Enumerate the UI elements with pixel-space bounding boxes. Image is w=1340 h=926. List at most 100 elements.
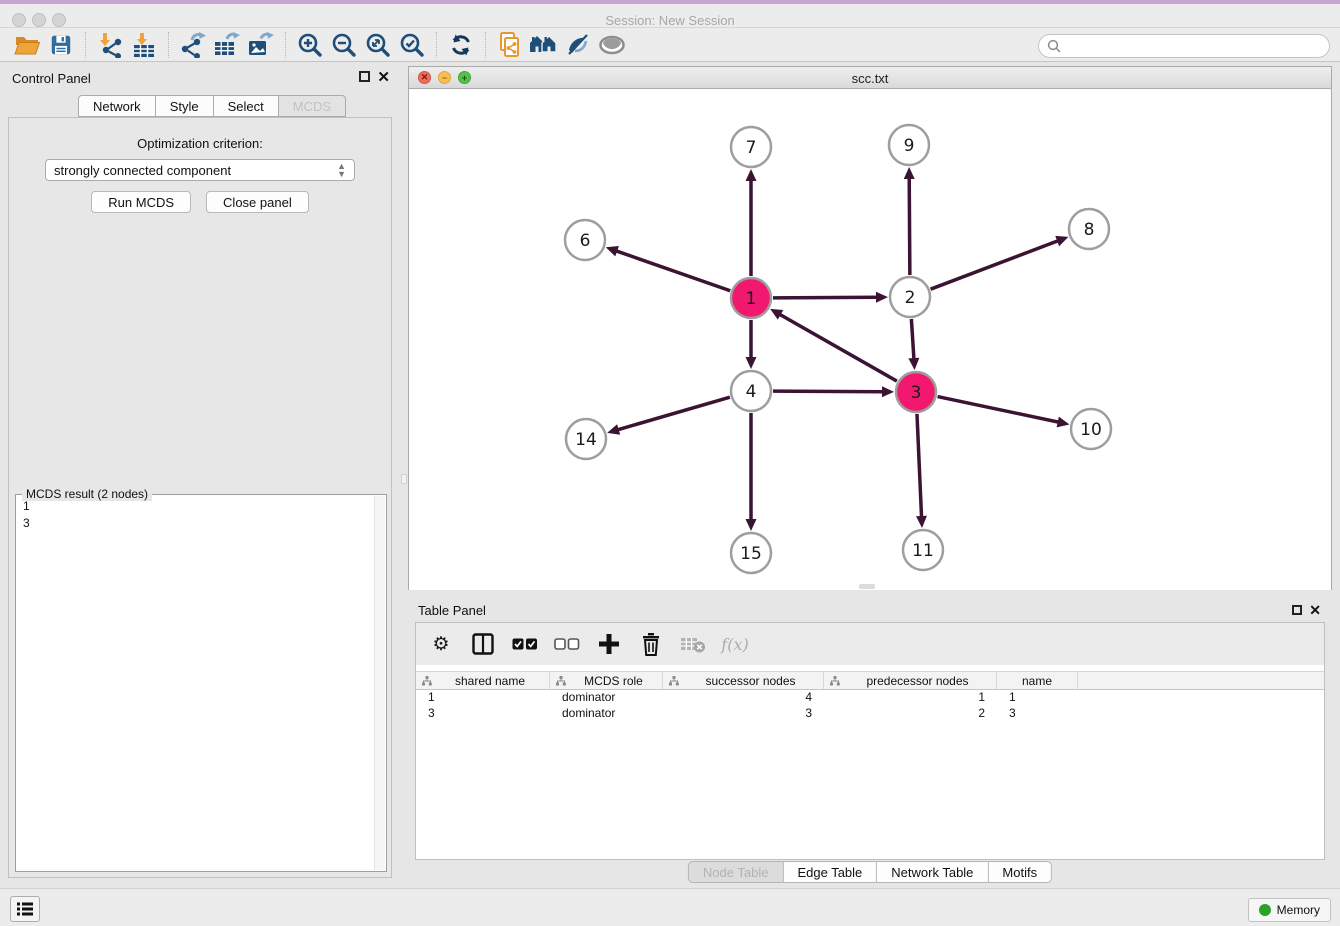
cell-successor-nodes[interactable]: 4 [663, 690, 824, 706]
tab-network-table[interactable]: Network Table [877, 861, 988, 883]
memory-button[interactable]: Memory [1248, 898, 1331, 922]
graph-node-14[interactable]: 14 [566, 419, 606, 459]
graph-node-3[interactable]: 3 [896, 372, 936, 412]
edge-2-9[interactable] [904, 167, 915, 275]
zoom-out-button[interactable] [327, 31, 361, 59]
zoom-in-button[interactable] [293, 31, 327, 59]
edge-4-14[interactable] [607, 397, 730, 435]
visual-properties-button[interactable] [561, 31, 595, 59]
float-panel-icon[interactable] [359, 71, 370, 82]
edge-3-10[interactable] [938, 397, 1070, 428]
graph-node-2[interactable]: 2 [890, 277, 930, 317]
table-settings-button[interactable]: ⚙ [428, 631, 454, 657]
node-table[interactable]: shared nameMCDS rolesuccessor nodesprede… [416, 671, 1324, 722]
divider-grip[interactable] [401, 474, 407, 484]
split-pane-divider[interactable] [400, 62, 408, 888]
delete-table-button[interactable] [680, 631, 706, 657]
table-row[interactable]: 1dominator411 [416, 690, 1324, 706]
column-header-successor-nodes[interactable]: successor nodes [663, 672, 824, 689]
edge-3-1[interactable] [770, 309, 897, 381]
cell-predecessor-nodes[interactable]: 2 [824, 706, 997, 722]
cell-successor-nodes[interactable]: 3 [663, 706, 824, 722]
table-header-row[interactable]: shared nameMCDS rolesuccessor nodesprede… [416, 671, 1324, 690]
import-table-button[interactable] [127, 31, 161, 59]
network-window-titlebar[interactable]: ✕ − + scc.txt [409, 67, 1331, 89]
export-image-button[interactable] [244, 31, 278, 59]
graph-node-11[interactable]: 11 [903, 530, 943, 570]
edge-1-4[interactable] [746, 320, 757, 369]
mcds-result-list[interactable]: 13 [16, 498, 386, 532]
column-header-MCDS-role[interactable]: MCDS role [550, 672, 663, 689]
search-input[interactable] [1038, 34, 1330, 58]
deselect-all-button[interactable] [554, 631, 580, 657]
select-all-button[interactable] [512, 631, 538, 657]
table-body[interactable]: 1dominator4113dominator323 [416, 690, 1324, 722]
save-session-button[interactable] [44, 31, 78, 59]
export-table-button[interactable] [210, 31, 244, 59]
visual-properties-icon [565, 32, 591, 58]
cell-MCDS-role[interactable]: dominator [550, 690, 663, 706]
column-header-shared-name[interactable]: shared name [416, 672, 550, 689]
tab-select[interactable]: Select [214, 95, 279, 117]
control-panel: Control Panel ✕ NetworkStyleSelectMCDS O… [0, 62, 400, 888]
tab-style[interactable]: Style [156, 95, 214, 117]
edge-4-15[interactable] [746, 413, 757, 531]
run-mcds-button[interactable]: Run MCDS [91, 191, 191, 213]
result-scrollbar[interactable] [374, 496, 385, 870]
tab-node-table[interactable]: Node Table [688, 861, 784, 883]
tab-motifs[interactable]: Motifs [988, 861, 1052, 883]
float-table-panel-icon[interactable] [1292, 605, 1302, 615]
network-canvas[interactable]: 7 9 6 8 1 2 4 3 14 10 15 11 [409, 89, 1331, 590]
main-titlebar[interactable]: Session: New Session [0, 4, 1340, 28]
edge-4-3[interactable] [773, 386, 894, 397]
clone-network-button[interactable] [493, 31, 527, 59]
function-builder-button[interactable]: f(x) [722, 631, 748, 657]
edge-2-8[interactable] [931, 236, 1069, 289]
cell-shared-name[interactable]: 3 [416, 706, 550, 722]
close-panel-button[interactable]: Close panel [206, 191, 309, 213]
cell-name[interactable]: 3 [997, 706, 1078, 722]
add-column-button[interactable] [596, 631, 622, 657]
canvas-scrollbar-thumb[interactable] [859, 584, 875, 589]
close-table-panel-icon[interactable]: ✕ [1309, 602, 1321, 619]
graph-node-6[interactable]: 6 [565, 220, 605, 260]
status-bar: Memory [0, 888, 1340, 926]
toggle-column-view-button[interactable] [470, 631, 496, 657]
refresh-button[interactable] [444, 31, 478, 59]
edge-1-7[interactable] [746, 169, 757, 276]
network-graph[interactable]: 7 9 6 8 1 2 4 3 14 10 15 11 [409, 89, 1331, 590]
column-header-name[interactable]: name [997, 672, 1078, 689]
open-session-button[interactable] [10, 31, 44, 59]
graph-node-1[interactable]: 1 [731, 278, 771, 318]
network-overview-button[interactable] [527, 31, 561, 59]
cell-MCDS-role[interactable]: dominator [550, 706, 663, 722]
cell-predecessor-nodes[interactable]: 1 [824, 690, 997, 706]
show-task-history-button[interactable] [10, 896, 40, 922]
graph-node-7[interactable]: 7 [731, 127, 771, 167]
edge-2-3[interactable] [908, 319, 919, 370]
export-network-button[interactable] [176, 31, 210, 59]
delete-column-button[interactable] [638, 631, 664, 657]
criterion-select[interactable]: strongly connected component ▲▼ [45, 159, 355, 181]
graph-node-8[interactable]: 8 [1069, 209, 1109, 249]
edge-3-11[interactable] [916, 414, 927, 528]
tab-mcds[interactable]: MCDS [279, 95, 346, 117]
graph-node-10[interactable]: 10 [1071, 409, 1111, 449]
cell-shared-name[interactable]: 1 [416, 690, 550, 706]
cell-name[interactable]: 1 [997, 690, 1078, 706]
zoom-selected-button[interactable] [395, 31, 429, 59]
edge-1-2[interactable] [773, 292, 888, 303]
memory-status-icon [1259, 904, 1271, 916]
table-row[interactable]: 3dominator323 [416, 706, 1324, 722]
tab-edge-table[interactable]: Edge Table [783, 861, 877, 883]
close-panel-icon[interactable]: ✕ [377, 68, 390, 86]
graph-node-9[interactable]: 9 [889, 125, 929, 165]
tab-network[interactable]: Network [78, 95, 156, 117]
import-network-button[interactable] [93, 31, 127, 59]
column-header-predecessor-nodes[interactable]: predecessor nodes [824, 672, 997, 689]
birds-eye-view-button[interactable] [595, 31, 629, 59]
graph-node-4[interactable]: 4 [731, 371, 771, 411]
zoom-fit-button[interactable] [361, 31, 395, 59]
edge-1-6[interactable] [606, 246, 730, 291]
graph-node-15[interactable]: 15 [731, 533, 771, 573]
